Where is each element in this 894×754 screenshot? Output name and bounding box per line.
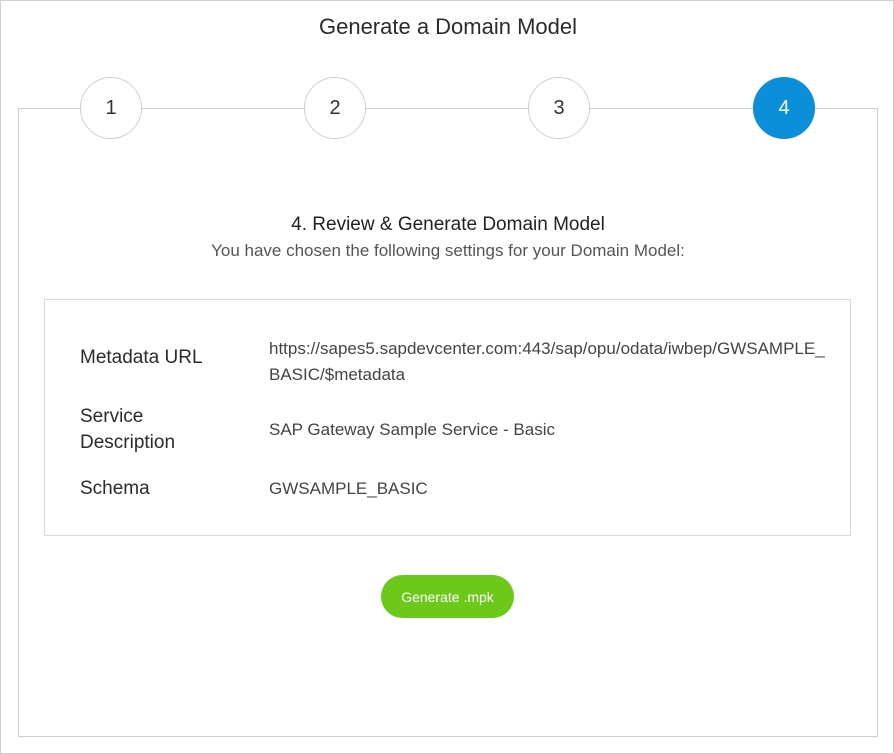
wizard-step-3[interactable]: 3 [528, 77, 590, 139]
schema-label: Schema [80, 478, 150, 499]
wizard-step-1[interactable]: 1 [80, 77, 142, 139]
service-description-label: Service Description [80, 406, 176, 453]
generate-domain-model-dialog: Generate a Domain Model 1 2 3 4 4. Revie… [0, 0, 894, 754]
schema-value: GWSAMPLE_BASIC [269, 479, 428, 498]
service-description-value: SAP Gateway Sample Service - Basic [269, 420, 555, 439]
generate-mpk-button[interactable]: Generate .mpk [381, 575, 514, 618]
wizard-step-2[interactable]: 2 [304, 77, 366, 139]
settings-summary: Metadata URL https://sapes5.sapdevcenter… [44, 299, 851, 536]
metadata-url-label: Metadata URL [80, 347, 203, 368]
metadata-url-value: https://sapes5.sapdevcenter.com:443/sap/… [269, 339, 825, 384]
dialog-title: Generate a Domain Model [318, 14, 578, 39]
step-subheading: You have chosen the following settings f… [211, 241, 685, 260]
step-progress-line [18, 108, 878, 109]
wizard-step-4[interactable]: 4 [753, 77, 815, 139]
step-heading: 4. Review & Generate Domain Model [291, 214, 605, 235]
